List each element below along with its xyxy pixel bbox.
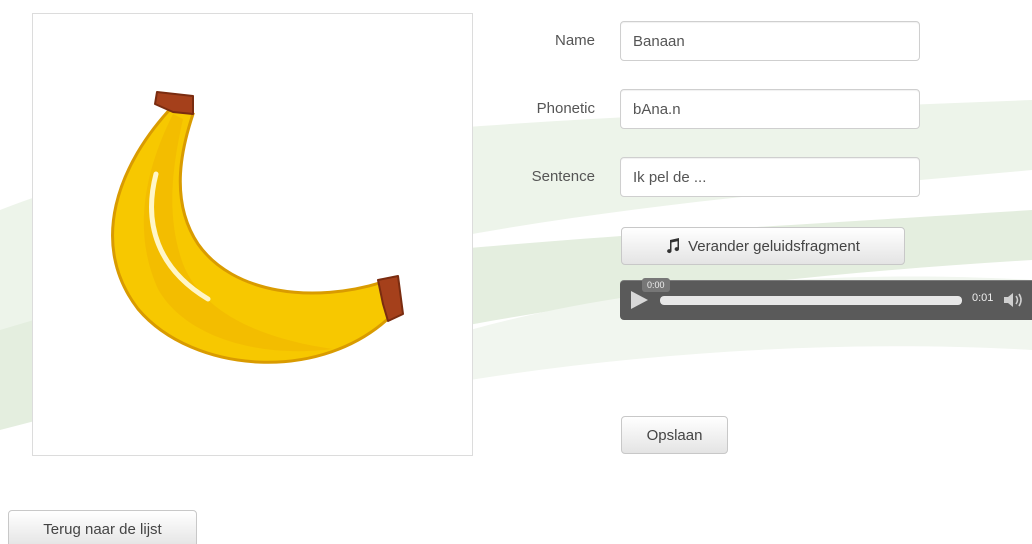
phonetic-input[interactable] [620,89,920,129]
music-note-icon [667,238,680,254]
image-panel [32,13,473,456]
phonetic-row: Phonetic [500,89,930,129]
name-row: Name [500,21,930,61]
page: Name Phonetic Sentence Verander geluidsf… [0,0,1032,544]
audio-duration: 0:01 [972,292,994,304]
audio-progress-track[interactable] [660,296,962,305]
play-icon[interactable] [628,289,650,311]
audio-current-time: 0:00 [642,278,670,292]
change-sound-button[interactable]: Verander geluidsfragment [621,227,905,265]
name-label: Name [554,32,595,49]
save-label: Opslaan [646,426,703,444]
back-to-list-button[interactable]: Terug naar de lijst [8,510,197,544]
change-sound-label: Verander geluidsfragment [688,237,860,255]
audio-progress-fill [660,296,962,305]
back-to-list-label: Terug naar de lijst [43,520,162,538]
audio-player: 0:00 0:01 [620,278,1032,320]
sentence-input[interactable] [620,157,920,197]
name-input[interactable] [620,21,920,61]
banana-icon [111,91,404,364]
save-button[interactable]: Opslaan [621,416,728,454]
sentence-label: Sentence [531,168,595,185]
sentence-row: Sentence [500,157,930,197]
volume-icon[interactable] [1002,292,1024,308]
phonetic-label: Phonetic [536,100,595,117]
